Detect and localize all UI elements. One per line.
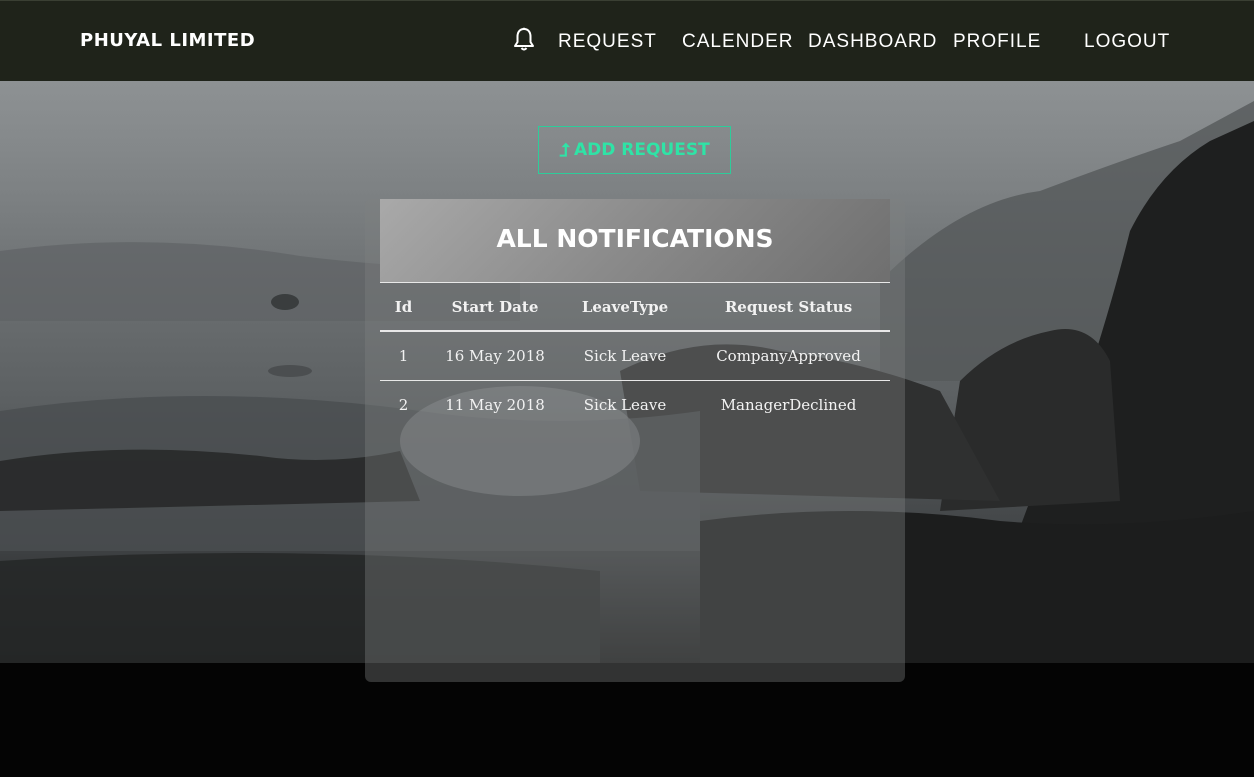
cell-id: 1: [398, 347, 409, 365]
table-header-row: Id Start Date LeaveType Request Status: [380, 283, 890, 332]
arrow-up-icon: ⮥: [559, 139, 570, 161]
bell-icon[interactable]: [512, 27, 536, 53]
column-header-leave-type: LeaveType: [581, 298, 669, 316]
cell-leave-type: Sick Leave: [583, 396, 667, 414]
column-header-id: Id: [394, 298, 413, 316]
notifications-title: ALL NOTIFICATIONS: [496, 224, 774, 253]
cell-start-date: 11 May 2018: [445, 396, 545, 414]
column-header-request-status: Request Status: [724, 298, 853, 316]
notifications-panel: ALL NOTIFICATIONS Id Start Date LeaveTyp…: [365, 199, 905, 682]
top-navbar: PHUYAL LIMITED REQUEST CALENDER DASHBOAR…: [0, 0, 1254, 81]
notifications-table: Id Start Date LeaveType Request Status 1…: [380, 283, 890, 430]
add-request-button[interactable]: ⮥ ADD REQUEST: [538, 126, 731, 174]
table-row[interactable]: 1 16 May 2018 Sick Leave CompanyApproved: [380, 332, 890, 381]
cell-request-status: CompanyApproved: [716, 347, 861, 365]
nav-calender[interactable]: CALENDER: [682, 31, 793, 53]
nav-profile[interactable]: PROFILE: [953, 31, 1041, 53]
nav-request[interactable]: REQUEST: [558, 31, 657, 53]
nav-dashboard[interactable]: DASHBOARD: [808, 31, 937, 53]
notifications-header: ALL NOTIFICATIONS: [380, 199, 890, 283]
column-header-start-date: Start Date: [451, 298, 539, 316]
cell-start-date: 16 May 2018: [445, 347, 545, 365]
nav-logout[interactable]: LOGOUT: [1084, 31, 1170, 53]
add-request-label: ADD REQUEST: [573, 140, 710, 160]
brand-logo[interactable]: PHUYAL LIMITED: [80, 30, 255, 51]
table-row[interactable]: 2 11 May 2018 Sick Leave ManagerDeclined: [380, 381, 890, 430]
cell-id: 2: [398, 396, 409, 414]
cell-leave-type: Sick Leave: [583, 347, 667, 365]
cell-request-status: ManagerDeclined: [720, 396, 857, 414]
